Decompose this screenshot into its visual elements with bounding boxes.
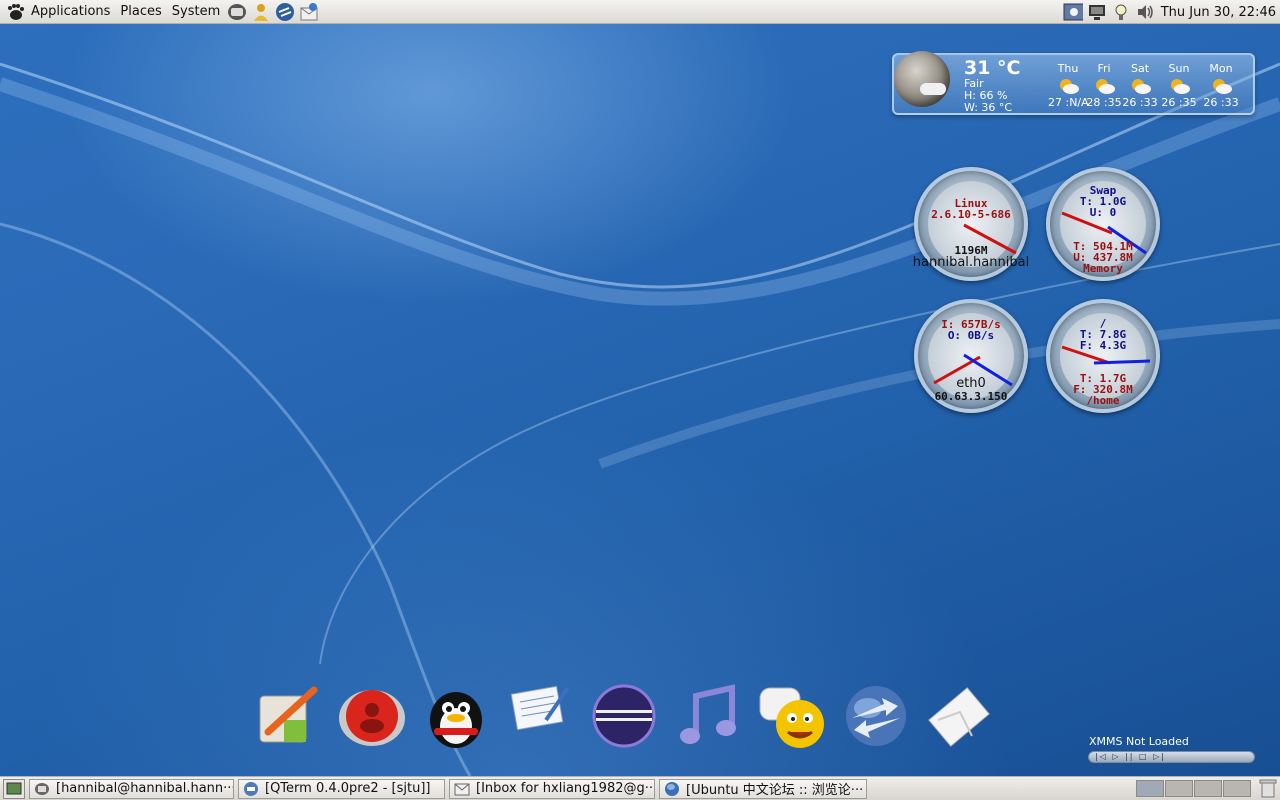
forecast-day: Thu 27 :N/A bbox=[1048, 62, 1089, 109]
qq-penguin-icon[interactable] bbox=[422, 682, 490, 750]
workspace-switcher[interactable] bbox=[1136, 780, 1252, 797]
eclipse-icon[interactable] bbox=[590, 682, 658, 750]
applications-menu[interactable]: Applications bbox=[26, 0, 115, 24]
forecast-day-label: Mon bbox=[1209, 62, 1233, 75]
disk-gauge[interactable]: / T: 7.8G F: 4.3G T: 1.7G F: 320.8M /hom… bbox=[1046, 299, 1160, 413]
user-icon[interactable] bbox=[250, 1, 272, 23]
weather-temperature: 31 °C bbox=[964, 57, 1021, 79]
chat-icon[interactable] bbox=[758, 682, 826, 750]
network-sync-icon[interactable] bbox=[842, 682, 910, 750]
partly-cloudy-icon bbox=[1093, 77, 1115, 95]
kernel-version: 2.6.10-5-686 bbox=[931, 208, 1011, 221]
user-icon[interactable] bbox=[338, 682, 406, 750]
task-label: [hannibal@hannibal.hann··· bbox=[56, 781, 234, 796]
display-icon[interactable] bbox=[1087, 2, 1107, 22]
memory-gauge[interactable]: Swap T: 1.0G U: 0 T: 504.1M U: 437.8M Me… bbox=[1046, 167, 1160, 281]
forecast-range: 26 :35 bbox=[1161, 96, 1197, 109]
forecast-day-label: Thu bbox=[1057, 62, 1079, 75]
taskbar-item-browser[interactable]: [Ubuntu 中文论坛 :: 浏览论··· bbox=[659, 778, 867, 799]
forecast-day-label: Sun bbox=[1168, 62, 1190, 75]
forecast-range: 26 :33 bbox=[1203, 96, 1239, 109]
task-label: [Inbox for hxliang1982@g··· bbox=[476, 781, 655, 796]
network-gauge[interactable]: I: 657B/s O: 0B/s eth0 60.63.3.150 bbox=[914, 299, 1028, 413]
workspace-1[interactable] bbox=[1136, 780, 1164, 797]
places-menu[interactable]: Places bbox=[115, 0, 166, 24]
system-gauge[interactable]: Linux 2.6.10-5-686 1196M hannibal.hannib… bbox=[913, 167, 1029, 281]
volume-icon[interactable] bbox=[1135, 2, 1155, 22]
partly-cloudy-icon bbox=[1168, 77, 1190, 95]
taskbar-item-qterm[interactable]: [QTerm 0.4.0pre2 - [sjtu]] bbox=[238, 778, 445, 799]
globe-icon bbox=[664, 781, 680, 797]
bulb-icon[interactable] bbox=[1111, 2, 1131, 22]
forecast-day: Fri 28 :35 bbox=[1084, 62, 1124, 109]
trash-icon[interactable] bbox=[1259, 778, 1277, 798]
mail-icon bbox=[454, 781, 470, 797]
network-outgoing: O: 0B/s bbox=[947, 329, 995, 342]
workspace-4[interactable] bbox=[1223, 780, 1251, 797]
taskbar-item-inbox[interactable]: [Inbox for hxliang1982@g··· bbox=[449, 778, 655, 799]
swap-used: U: 0 bbox=[1089, 206, 1117, 219]
qterm-icon bbox=[243, 781, 259, 797]
forecast-day-label: Sat bbox=[1130, 62, 1150, 75]
gnome-foot-icon[interactable] bbox=[6, 3, 24, 21]
home-mount-label: /home bbox=[1086, 394, 1120, 407]
network-icon[interactable] bbox=[274, 1, 296, 23]
partly-cloudy-icon bbox=[1210, 77, 1232, 95]
hostname: hannibal.hannibal bbox=[912, 255, 1030, 270]
taskbar-item-terminal[interactable]: [hannibal@hannibal.hann··· bbox=[29, 778, 234, 799]
xmms-controls[interactable]: |◁ ▷ || □ ▷| bbox=[1088, 751, 1255, 763]
xmms-status: XMMS Not Loaded bbox=[1089, 735, 1189, 748]
forecast-day-label: Fri bbox=[1097, 62, 1111, 75]
paint-icon[interactable] bbox=[254, 682, 322, 750]
system-tray: Thu Jun 30, 22:46 bbox=[1061, 0, 1280, 24]
top-panel: Applications Places System Thu Jun 30, 2… bbox=[0, 0, 1280, 24]
forecast-range: 27 :N/A bbox=[1048, 96, 1089, 109]
interface-name: eth0 bbox=[956, 376, 986, 391]
mail-icon[interactable] bbox=[298, 1, 320, 23]
root-free: F: 4.3G bbox=[1079, 339, 1127, 352]
workspace-2[interactable] bbox=[1165, 780, 1193, 797]
desktop[interactable]: 31 °C Fair H: 66 % W: 36 °C Thu 27 :N/A … bbox=[0, 24, 1280, 776]
terminal-icon[interactable] bbox=[226, 1, 248, 23]
forecast-day: Mon 26 :33 bbox=[1201, 62, 1241, 109]
forecast-day: Sat 26 :33 bbox=[1120, 62, 1160, 109]
task-label: [QTerm 0.4.0pre2 - [sjtu]] bbox=[265, 781, 431, 796]
task-label: [Ubuntu 中文论坛 :: 浏览论··· bbox=[686, 783, 864, 798]
weather-wind: W: 36 °C bbox=[964, 101, 1013, 114]
weather-widget[interactable]: 31 °C Fair H: 66 % W: 36 °C Thu 27 :N/A … bbox=[892, 51, 1255, 115]
terminal-icon bbox=[34, 781, 50, 797]
notepad-icon[interactable] bbox=[506, 674, 574, 742]
cloud-icon bbox=[920, 83, 946, 95]
mail-icon[interactable] bbox=[926, 682, 994, 750]
bottom-panel: [hannibal@hannibal.hann··· [QTerm 0.4.0p… bbox=[0, 776, 1280, 800]
partly-cloudy-icon bbox=[1057, 77, 1079, 95]
forecast-day: Sun 26 :35 bbox=[1159, 62, 1199, 109]
show-desktop-button[interactable] bbox=[3, 778, 25, 799]
partly-cloudy-icon bbox=[1129, 77, 1151, 95]
ip-address: 60.63.3.150 bbox=[934, 390, 1008, 403]
network-manager-icon[interactable] bbox=[1063, 2, 1083, 22]
forecast-range: 26 :33 bbox=[1122, 96, 1158, 109]
memory-label: Memory bbox=[1083, 262, 1123, 275]
workspace-3[interactable] bbox=[1194, 780, 1222, 797]
clock[interactable]: Thu Jun 30, 22:46 bbox=[1157, 5, 1280, 20]
system-menu[interactable]: System bbox=[167, 0, 225, 24]
moon-icon bbox=[894, 51, 950, 107]
music-icon[interactable] bbox=[674, 682, 742, 750]
forecast-range: 28 :35 bbox=[1086, 96, 1122, 109]
